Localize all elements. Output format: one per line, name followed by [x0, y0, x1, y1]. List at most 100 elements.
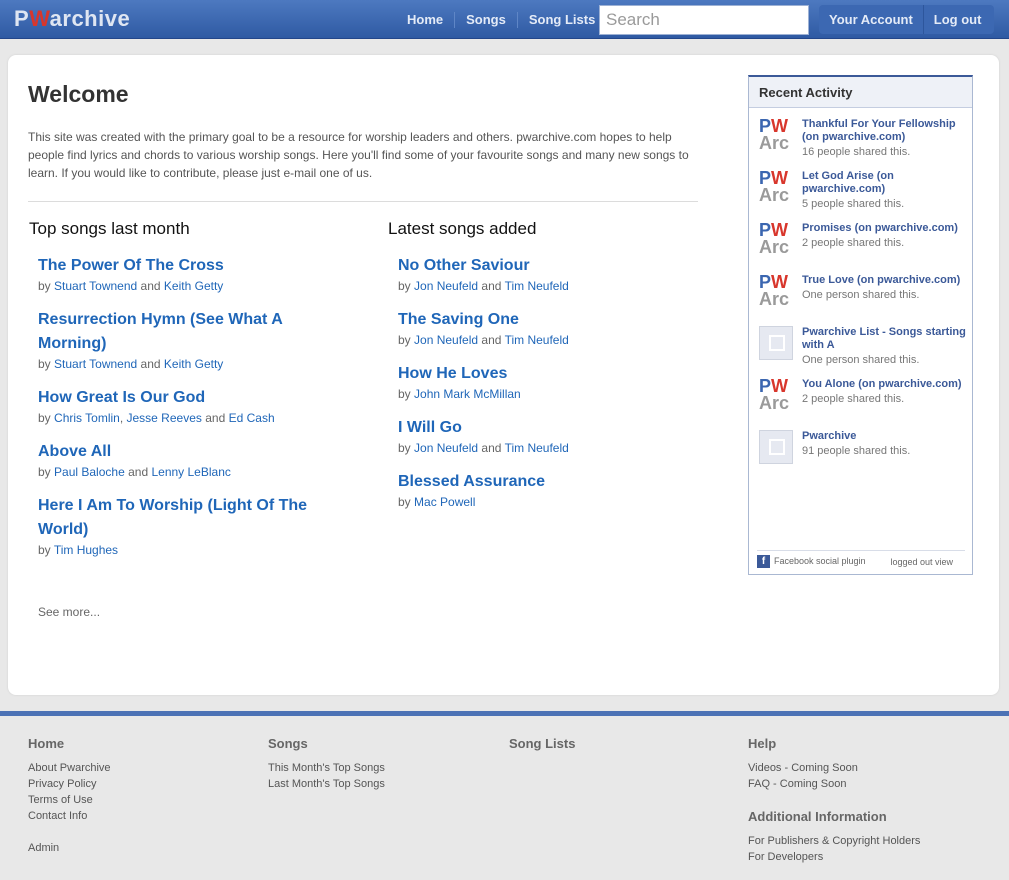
frame-icon: [769, 439, 785, 455]
activity-text: Pwarchive 91 people shared this.: [802, 430, 967, 458]
song-title-link[interactable]: How He Loves: [398, 362, 698, 386]
song-item: The Power Of The Cross by Stuart Townend …: [38, 254, 338, 294]
pwarchive-thumbnail[interactable]: PW Arc: [759, 169, 793, 204]
page-thumbnail-icon[interactable]: [759, 326, 793, 360]
activity-title-link[interactable]: Pwarchive: [802, 430, 967, 443]
author-link[interactable]: John Mark McMillan: [414, 387, 521, 401]
footer-link-faq[interactable]: FAQ - Coming Soon: [748, 776, 920, 792]
author-link[interactable]: Keith Getty: [164, 279, 223, 293]
footer-link-publishers[interactable]: For Publishers & Copyright Holders: [748, 833, 920, 849]
and-label: and: [140, 279, 161, 293]
song-title-link[interactable]: The Saving One: [398, 308, 698, 332]
divider: [28, 201, 698, 202]
author-link[interactable]: Jon Neufeld: [414, 333, 478, 347]
and-label: and: [140, 357, 161, 371]
footer-spacer: [28, 824, 111, 840]
author-link[interactable]: Lenny LeBlanc: [151, 465, 230, 479]
footer-link-videos[interactable]: Videos - Coming Soon: [748, 760, 920, 776]
pwarchive-thumbnail[interactable]: PW Arc: [759, 117, 793, 152]
activity-item: PW Arc You Alone (on pwarchive.com) 2 peopl…: [759, 377, 969, 426]
song-title-link[interactable]: The Power Of The Cross: [38, 254, 338, 278]
footer-link-last-month[interactable]: Last Month's Top Songs: [268, 776, 385, 792]
activity-share-count: 2 people shared this.: [802, 237, 905, 249]
footer-link-privacy[interactable]: Privacy Policy: [28, 776, 111, 792]
see-more-link[interactable]: See more...: [38, 605, 100, 619]
song-authors: by Jon Neufeld and Tim Neufeld: [398, 332, 698, 348]
facebook-plugin-label[interactable]: Facebook social plugin: [774, 556, 866, 566]
nav-song-lists[interactable]: Song Lists: [518, 12, 606, 28]
pwarchive-thumbnail[interactable]: PW Arc: [759, 221, 793, 257]
song-title-link[interactable]: Here I Am To Worship (Light Of The World…: [38, 494, 338, 542]
by-label: by: [398, 441, 411, 455]
activity-item: PW Arc True Love (on pwarchive.com) One per…: [759, 273, 969, 322]
top-songs-list: The Power Of The Cross by Stuart Townend …: [38, 254, 338, 572]
account-menu: Your Account Log out: [819, 5, 994, 34]
author-link[interactable]: Tim Neufeld: [505, 279, 569, 293]
song-title-link[interactable]: Above All: [38, 440, 338, 464]
author-link[interactable]: Jon Neufeld: [414, 441, 478, 455]
activity-title-link[interactable]: Let God Arise (on pwarchive.com): [802, 170, 967, 196]
pwarchive-thumbnail[interactable]: PW Arc: [759, 377, 793, 412]
site-logo[interactable]: PWarchive: [14, 6, 130, 32]
main-nav: Home Songs Song Lists: [396, 0, 606, 39]
activity-title-link[interactable]: Thankful For Your Fellowship (on pwarchi…: [802, 118, 967, 144]
author-link[interactable]: Jesse Reeves: [127, 411, 202, 425]
song-authors: by Mac Powell: [398, 494, 698, 510]
by-label: by: [398, 279, 411, 293]
song-authors: by Stuart Townend and Keith Getty: [38, 356, 338, 372]
author-link[interactable]: Keith Getty: [164, 357, 223, 371]
song-title-link[interactable]: How Great Is Our God: [38, 386, 338, 410]
activity-item: PW Arc Promises (on pwarchive.com) 2 people…: [759, 221, 969, 270]
footer-link-terms[interactable]: Terms of Use: [28, 792, 111, 808]
nav-songs[interactable]: Songs: [455, 11, 518, 28]
song-title-link[interactable]: No Other Saviour: [398, 254, 698, 278]
song-item: Resurrection Hymn (See What A Morning) by…: [38, 308, 338, 372]
song-item: No Other Saviour by Jon Neufeld and Tim N…: [398, 254, 698, 294]
author-link[interactable]: Jon Neufeld: [414, 279, 478, 293]
footer-link-developers[interactable]: For Developers: [748, 849, 920, 865]
top-bar: PWarchive Home Songs Song Lists Your Acc…: [0, 0, 1009, 39]
song-title-link[interactable]: Blessed Assurance: [398, 470, 698, 494]
activity-title-link[interactable]: Pwarchive List - Songs starting with A: [802, 326, 967, 352]
your-account-link[interactable]: Your Account: [819, 12, 923, 27]
footer-link-contact[interactable]: Contact Info: [28, 808, 111, 824]
footer-heading-songs: Songs: [268, 736, 308, 751]
activity-title-link[interactable]: Promises (on pwarchive.com): [802, 222, 967, 235]
by-label: by: [38, 543, 51, 557]
footer-link-about[interactable]: About Pwarchive: [28, 760, 111, 776]
footer-link-this-month[interactable]: This Month's Top Songs: [268, 760, 385, 776]
activity-title-link[interactable]: You Alone (on pwarchive.com): [802, 378, 967, 391]
page-thumbnail-icon[interactable]: [759, 430, 793, 464]
song-authors: by Chris Tomlin, Jesse Reeves and Ed Cas…: [38, 411, 275, 425]
and-label: and: [481, 279, 502, 293]
author-link[interactable]: Paul Baloche: [54, 465, 125, 479]
by-label: by: [38, 357, 51, 371]
author-link[interactable]: Ed Cash: [229, 411, 275, 425]
song-title-link[interactable]: Resurrection Hymn (See What A Morning): [38, 308, 338, 356]
author-link[interactable]: Tim Neufeld: [505, 333, 569, 347]
author-link[interactable]: Chris Tomlin: [54, 411, 120, 425]
thumb-arc: Arc: [759, 237, 790, 257]
author-link[interactable]: Tim Neufeld: [505, 441, 569, 455]
log-out-link[interactable]: Log out: [924, 12, 992, 27]
logged-out-view-label: logged out view: [890, 557, 953, 567]
by-label: by: [398, 333, 411, 347]
search-input[interactable]: [599, 5, 809, 35]
top-songs-heading: Top songs last month: [29, 219, 190, 238]
song-item: Above All by Paul Baloche and Lenny LeBla…: [38, 440, 338, 480]
pwarchive-thumbnail[interactable]: PW Arc: [759, 273, 793, 308]
author-link[interactable]: Stuart Townend: [54, 357, 137, 371]
song-title-link[interactable]: I Will Go: [398, 416, 698, 440]
activity-title-link[interactable]: True Love (on pwarchive.com): [802, 274, 967, 287]
nav-home[interactable]: Home: [396, 11, 456, 28]
and-label: and: [205, 411, 226, 425]
author-link[interactable]: Stuart Townend: [54, 279, 137, 293]
by-label: by: [398, 495, 411, 509]
author-link[interactable]: Mac Powell: [414, 495, 475, 509]
activity-share-count: One person shared this.: [802, 354, 920, 366]
latest-songs-heading: Latest songs added: [388, 219, 537, 238]
author-link[interactable]: Tim Hughes: [54, 543, 118, 557]
footer-link-admin[interactable]: Admin: [28, 840, 111, 856]
by-label: by: [38, 465, 51, 479]
song-authors: by Jon Neufeld and Tim Neufeld: [398, 278, 698, 294]
